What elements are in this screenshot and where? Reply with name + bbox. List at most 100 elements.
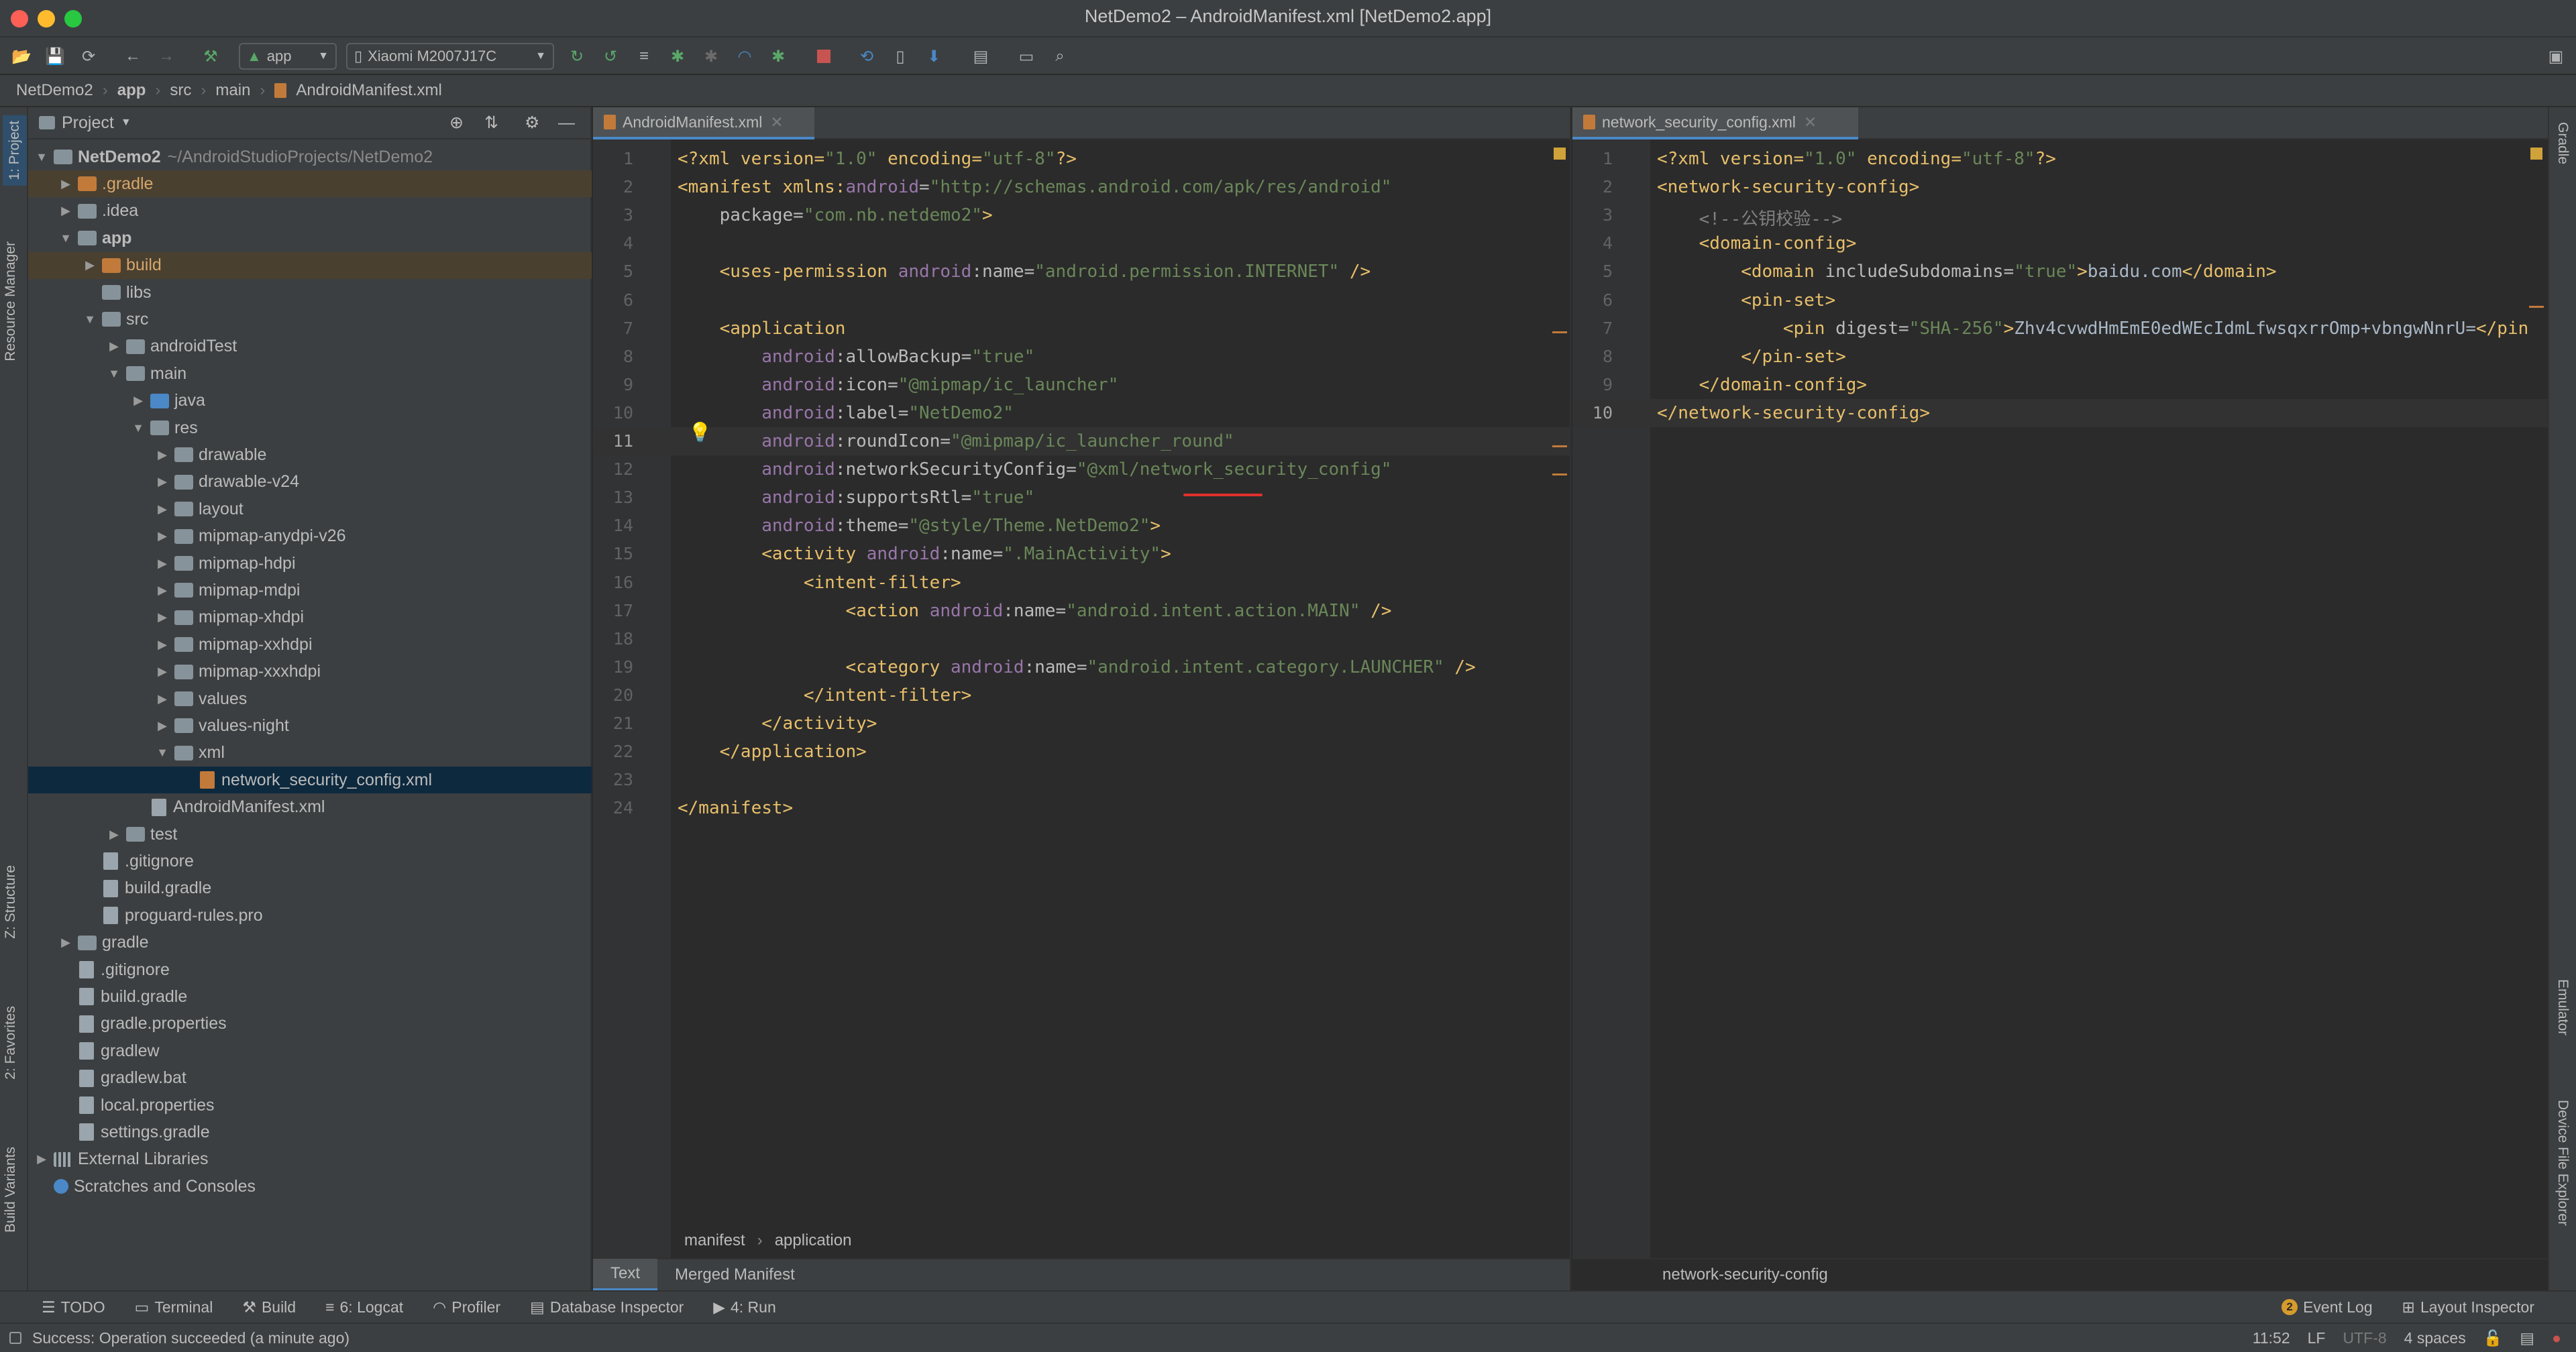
breadcrumb-item[interactable]: AndroidManifest.xml	[296, 81, 441, 100]
code-line[interactable]: <application	[678, 319, 846, 339]
code-line[interactable]: <uses-permission android:name="android.p…	[678, 262, 1371, 282]
chevron-right-icon[interactable]: ▶	[156, 529, 169, 543]
tree-item[interactable]: ▶ .gradle	[28, 170, 592, 198]
line-number[interactable]: 16	[600, 573, 633, 592]
chevron-right-icon[interactable]: ▶	[156, 719, 169, 733]
line-number[interactable]: 4	[1579, 233, 1613, 253]
inspection-status-icon[interactable]	[2530, 148, 2542, 160]
build-variants-tool-tab[interactable]: Build Variants	[3, 1147, 19, 1233]
tool-tab-profiler[interactable]: ◠ Profiler	[418, 1298, 515, 1316]
tree-item[interactable]: ▼ xml	[28, 740, 592, 767]
tool-window-toggle-icon[interactable]	[9, 1332, 21, 1344]
line-separator[interactable]: LF	[2308, 1329, 2326, 1347]
code-line[interactable]: <pin digest="SHA-256">Zhv4cvwdHmEmE0edWE…	[1657, 319, 2528, 339]
tree-item[interactable]: ▶ java	[28, 388, 592, 414]
tree-item[interactable]: .gitignore	[28, 848, 592, 875]
code-line[interactable]: <network-security-config>	[1657, 177, 1919, 197]
tree-item[interactable]: ▶ build	[28, 251, 592, 279]
chevron-down-icon[interactable]: ▼	[83, 313, 97, 327]
tree-item[interactable]: ▶ values-night	[28, 712, 592, 739]
line-number[interactable]: 1	[1579, 149, 1613, 168]
line-number[interactable]: 8	[1579, 347, 1613, 366]
code-line[interactable]: </activity>	[678, 714, 877, 734]
line-number[interactable]: 12	[600, 459, 633, 479]
tree-item[interactable]: Scratches and Consoles	[28, 1173, 592, 1200]
line-number[interactable]: 22	[600, 742, 633, 761]
code-line[interactable]: android:label="NetDemo2"	[678, 403, 1014, 423]
hammer-icon[interactable]: ⚒	[199, 43, 223, 70]
tool-tab-6-logcat[interactable]: ≡ 6: Logcat	[311, 1298, 418, 1316]
tree-item[interactable]: gradlew.bat	[28, 1065, 592, 1092]
hide-panel-icon[interactable]: —	[558, 113, 575, 133]
chevron-right-icon[interactable]: ▶	[83, 258, 97, 272]
line-number[interactable]: 10	[600, 403, 633, 422]
tool-tab-build[interactable]: ⚒ Build	[227, 1298, 311, 1316]
line-number[interactable]: 18	[600, 629, 633, 649]
stop-icon[interactable]	[812, 43, 836, 70]
caret-position[interactable]: 11:52	[2253, 1329, 2290, 1347]
code-line[interactable]: android:theme="@style/Theme.NetDemo2">	[678, 516, 1161, 536]
tab-network-security-config[interactable]: network_security_config.xml ✕	[1572, 107, 1858, 139]
indent-setting[interactable]: 4 spaces	[2404, 1329, 2466, 1347]
forward-icon[interactable]: →	[154, 43, 178, 70]
device-manager-icon[interactable]: ▯	[888, 43, 912, 70]
status-message[interactable]: Success: Operation succeeded (a minute a…	[32, 1329, 350, 1347]
line-number[interactable]: 21	[600, 714, 633, 733]
tool-tab-todo[interactable]: ☰ TODO	[27, 1298, 120, 1316]
code-area[interactable]: 1 <?xml version="1.0" encoding="utf-8"?> 2…	[593, 139, 1570, 1239]
tree-item[interactable]: settings.gradle	[28, 1119, 592, 1145]
chevron-right-icon[interactable]: ▶	[156, 692, 169, 706]
line-number[interactable]: 1	[600, 149, 633, 168]
line-number[interactable]: 7	[1579, 319, 1613, 338]
chevron-right-icon[interactable]: ▶	[59, 204, 72, 218]
chevron-down-icon[interactable]: ▼	[107, 367, 121, 381]
profile-icon[interactable]: ◠	[733, 43, 757, 70]
tree-item[interactable]: ▶ .idea	[28, 198, 592, 225]
line-number[interactable]: 6	[600, 290, 633, 310]
run-config-select[interactable]: ▲ app ▼	[239, 43, 337, 70]
code-line[interactable]: android:icon="@mipmap/ic_launcher"	[678, 375, 1118, 395]
event-log-tab[interactable]: 2 Event Log	[2267, 1298, 2387, 1316]
emulator-tool-tab[interactable]: Emulator	[2555, 979, 2571, 1035]
code-line[interactable]: </manifest>	[678, 798, 793, 818]
code-line[interactable]: package="com.nb.netdemo2">	[678, 205, 993, 225]
chevron-right-icon[interactable]: ▶	[156, 638, 169, 652]
structure-tool-tab[interactable]: Z: Structure	[3, 865, 19, 939]
chevron-right-icon[interactable]: ▶	[35, 1152, 48, 1166]
lightbulb-icon[interactable]: 💡	[688, 421, 712, 443]
breadcrumb-item[interactable]: NetDemo2	[16, 81, 93, 100]
line-number[interactable]: 19	[600, 657, 633, 677]
line-number[interactable]: 3	[600, 205, 633, 225]
code-line[interactable]: android:allowBackup="true"	[678, 347, 1034, 367]
warning-marker[interactable]	[1552, 445, 1567, 447]
tree-item[interactable]: ▶ mipmap-mdpi	[28, 577, 592, 604]
tree-item[interactable]: libs	[28, 279, 592, 306]
error-notification-icon[interactable]: ●	[2552, 1329, 2561, 1347]
tree-item[interactable]: ▶ layout	[28, 496, 592, 522]
tree-item[interactable]: gradle.properties	[28, 1011, 592, 1037]
tree-item[interactable]: network_security_config.xml	[28, 767, 592, 794]
file-encoding[interactable]: UTF-8	[2343, 1329, 2386, 1347]
inspection-status-icon[interactable]	[1554, 148, 1566, 160]
tab-text[interactable]: Text	[593, 1259, 658, 1291]
tree-item[interactable]: ▶ mipmap-xhdpi	[28, 604, 592, 631]
line-number[interactable]: 14	[600, 516, 633, 535]
close-icon[interactable]: ✕	[1804, 113, 1817, 131]
favorites-tool-tab[interactable]: 2: Favorites	[3, 1006, 19, 1080]
resource-manager-tool-tab[interactable]: Resource Manager	[3, 241, 19, 361]
line-number[interactable]: 2	[600, 177, 633, 196]
save-icon[interactable]: 💾	[43, 43, 67, 70]
chevron-down-icon[interactable]: ▼	[35, 150, 48, 164]
chevron-right-icon[interactable]: ▶	[156, 665, 169, 679]
device-file-explorer-tool-tab[interactable]: Device File Explorer	[2555, 1100, 2571, 1226]
warning-marker[interactable]	[1552, 331, 1567, 333]
tree-item[interactable]: ▶ drawable-v24	[28, 469, 592, 496]
tree-item[interactable]: local.properties	[28, 1092, 592, 1119]
code-line[interactable]: <action android:name="android.intent.act…	[678, 601, 1391, 621]
line-number[interactable]: 2	[1579, 177, 1613, 196]
code-line[interactable]: <domain-config>	[1657, 233, 1857, 253]
tree-item[interactable]: AndroidManifest.xml	[28, 794, 592, 821]
chevron-right-icon[interactable]: ▶	[156, 475, 169, 489]
chevron-right-icon[interactable]: ▶	[156, 583, 169, 598]
code-line[interactable]: </domain-config>	[1657, 375, 1867, 395]
